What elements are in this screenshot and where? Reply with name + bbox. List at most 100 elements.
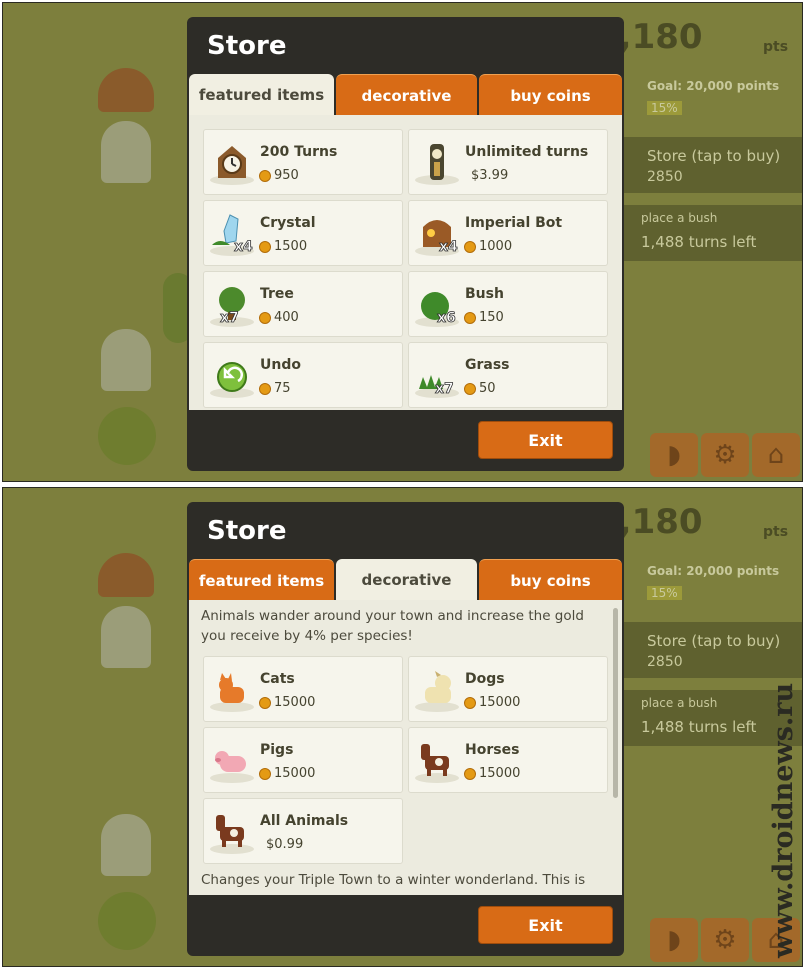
store-card-title: Store (tap to buy) bbox=[647, 147, 781, 165]
store-item-all-animals[interactable]: All Animals $0.99 bbox=[203, 798, 403, 864]
all-animals-icon bbox=[210, 815, 254, 854]
item-price: 15000 bbox=[479, 695, 521, 710]
home-icon: ⌂ bbox=[767, 440, 785, 470]
score-unit: pts bbox=[763, 524, 789, 540]
section-description: Changes your Triple Town to a winter won… bbox=[201, 872, 586, 888]
item-name: Crystal bbox=[260, 215, 316, 231]
item-name: Bush bbox=[465, 286, 504, 302]
item-qty: x7 bbox=[220, 310, 239, 326]
watermark-text: www.droidnews.ru bbox=[768, 683, 799, 959]
store-card-title: Store (tap to buy) bbox=[647, 632, 781, 650]
item-price: 15000 bbox=[274, 695, 316, 710]
tab-featured-items[interactable]: featured items bbox=[189, 559, 334, 602]
grandfather-clock-icon bbox=[415, 144, 459, 185]
item-price: 15000 bbox=[479, 766, 521, 781]
store-item-pigs[interactable]: Pigs 15000 bbox=[203, 727, 403, 793]
coin-icon bbox=[464, 768, 476, 780]
item-price: 1000 bbox=[479, 239, 513, 254]
imperial-bot-icon: x4 bbox=[415, 220, 459, 256]
store-item-bush[interactable]: x6 Bush 150 bbox=[408, 271, 608, 337]
item-qty: x4 bbox=[439, 239, 458, 255]
section-description: Animals wander around your town and incr… bbox=[201, 608, 584, 644]
store-item-cats[interactable]: Cats 15000 bbox=[203, 656, 403, 722]
gear-icon: ⚙ bbox=[713, 925, 737, 955]
coin-icon bbox=[464, 697, 476, 709]
coin-icon bbox=[464, 241, 476, 253]
store-item-grid: 200 Turns 950 Unlimited turns $3.99 x4 C… bbox=[189, 115, 622, 410]
item-price: 75 bbox=[274, 381, 291, 396]
task-card: place a bush 1,488 turns left bbox=[615, 205, 802, 261]
bear-button[interactable]: ◗ bbox=[650, 918, 698, 962]
gear-icon: ⚙ bbox=[713, 440, 737, 470]
item-price: $3.99 bbox=[471, 168, 509, 183]
item-qty: x4 bbox=[234, 239, 253, 255]
score-unit: pts bbox=[763, 39, 789, 55]
tab-buy-coins[interactable]: buy coins bbox=[479, 74, 622, 117]
undo-icon bbox=[210, 362, 254, 398]
store-item-imperial-bot[interactable]: x4 Imperial Bot 1000 bbox=[408, 200, 608, 266]
tab-decorative[interactable]: decorative bbox=[336, 74, 477, 117]
item-price: 1500 bbox=[274, 239, 308, 254]
tab-featured-items[interactable]: featured items bbox=[189, 74, 334, 116]
coin-icon bbox=[259, 383, 271, 395]
item-name: Pigs bbox=[260, 742, 294, 758]
bush-icon bbox=[98, 407, 156, 465]
item-qty: x6 bbox=[437, 310, 456, 326]
settings-button[interactable]: ⚙ bbox=[701, 433, 749, 477]
tombstone-icon bbox=[101, 329, 151, 391]
grass-icon: x7 bbox=[415, 375, 459, 398]
goal-text: Goal: 20,000 points bbox=[647, 79, 780, 93]
store-title: Store bbox=[207, 516, 287, 546]
store-item-dogs[interactable]: Dogs 15000 bbox=[408, 656, 608, 722]
item-name: Tree bbox=[260, 286, 294, 302]
item-name: Unlimited turns bbox=[465, 144, 589, 160]
item-name: Horses bbox=[465, 742, 520, 758]
tombstone-icon bbox=[101, 814, 151, 876]
cat-icon bbox=[210, 673, 254, 712]
pig-icon bbox=[210, 751, 254, 783]
store-item-grass[interactable]: x7 Grass 50 bbox=[408, 342, 608, 408]
settings-button[interactable]: ⚙ bbox=[701, 918, 749, 962]
coin-icon bbox=[259, 170, 271, 182]
item-name: Imperial Bot bbox=[465, 215, 563, 231]
store-card[interactable]: Store (tap to buy) 2850 bbox=[615, 137, 802, 193]
scrollbar[interactable] bbox=[613, 608, 618, 798]
exit-button[interactable]: Exit bbox=[478, 421, 613, 459]
store-card-coins: 2850 bbox=[647, 654, 683, 670]
item-name: Dogs bbox=[465, 671, 505, 687]
item-name: Undo bbox=[260, 357, 301, 373]
store-item-undo[interactable]: Undo 75 bbox=[203, 342, 403, 408]
tab-decorative[interactable]: decorative bbox=[336, 559, 477, 601]
dog-icon bbox=[415, 671, 459, 712]
item-qty: x7 bbox=[435, 381, 454, 397]
bear-button[interactable]: ◗ bbox=[650, 433, 698, 477]
goal-progress: 15% bbox=[647, 586, 682, 600]
screenshot-featured-items: 3,180 pts Goal: 20,000 points 15% Store … bbox=[2, 2, 803, 482]
task-title: place a bush bbox=[641, 696, 718, 710]
coin-icon bbox=[259, 697, 271, 709]
item-price: 50 bbox=[479, 381, 496, 396]
goal-text: Goal: 20,000 points bbox=[647, 564, 780, 578]
store-item-tree[interactable]: x7 Tree 400 bbox=[203, 271, 403, 337]
store-item-unlimited-turns[interactable]: Unlimited turns $3.99 bbox=[408, 129, 608, 195]
item-price: 950 bbox=[274, 168, 299, 183]
item-price: 15000 bbox=[274, 766, 316, 781]
screenshot-decorative: 3,180 pts Goal: 20,000 points 15% Store … bbox=[2, 487, 803, 967]
store-item-200-turns[interactable]: 200 Turns 950 bbox=[203, 129, 403, 195]
store-item-crystal[interactable]: x4 Crystal 1500 bbox=[203, 200, 403, 266]
item-name: Grass bbox=[465, 357, 510, 373]
coin-icon bbox=[259, 241, 271, 253]
item-name: Cats bbox=[260, 671, 295, 687]
bush-icon bbox=[98, 892, 156, 950]
coin-icon bbox=[259, 768, 271, 780]
tab-buy-coins[interactable]: buy coins bbox=[479, 559, 622, 602]
hut-icon bbox=[98, 553, 154, 597]
tree-icon: x7 bbox=[210, 287, 254, 327]
home-button[interactable]: ⌂ bbox=[752, 433, 800, 477]
exit-button[interactable]: Exit bbox=[478, 906, 613, 944]
crystal-icon: x4 bbox=[210, 214, 254, 256]
watermark: www.droidnews.ru bbox=[768, 683, 799, 959]
store-item-horses[interactable]: Horses 15000 bbox=[408, 727, 608, 793]
task-turns: 1,488 turns left bbox=[641, 718, 757, 736]
coin-icon bbox=[259, 312, 271, 324]
